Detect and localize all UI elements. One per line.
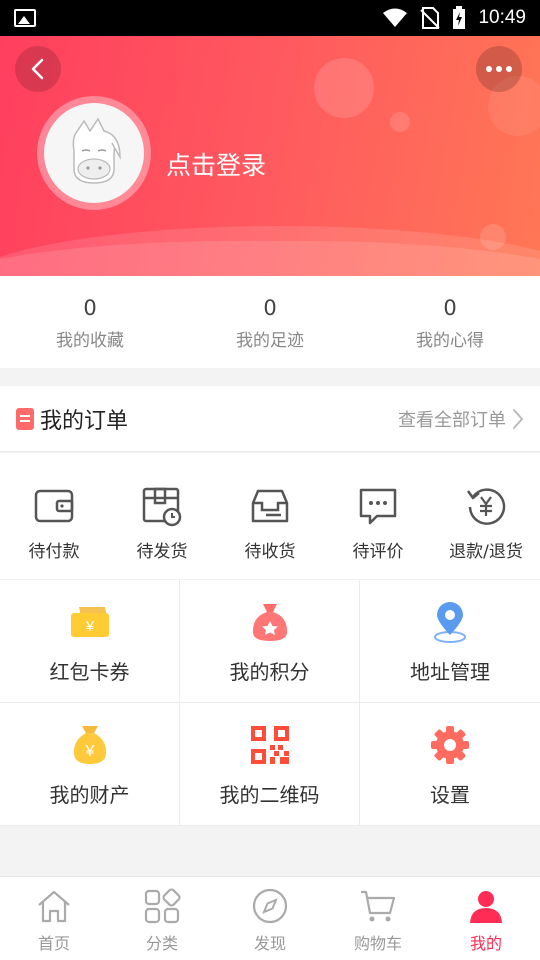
status-time: 10:49: [478, 7, 526, 28]
profile-header: 点击登录: [0, 36, 540, 276]
stat-label: 我的足迹: [236, 331, 304, 351]
back-button[interactable]: [15, 46, 61, 92]
nav-label: 分类: [145, 934, 178, 953]
battery-charging-icon: [453, 6, 466, 29]
money-bag-icon: ¥: [73, 726, 106, 764]
stats-bar: 0 我的收藏 0 我的足迹 0 我的心得: [0, 276, 540, 368]
status-bar: 10:49: [0, 0, 540, 36]
settings-gear-icon: [431, 726, 469, 764]
wallet-icon: [34, 489, 74, 523]
order-pending-review[interactable]: 待评价: [324, 453, 432, 579]
service-assets[interactable]: ¥ 我的财产: [0, 703, 179, 825]
order-item-label: 退款/退货: [449, 542, 523, 562]
dot-icon: [496, 66, 502, 72]
nav-label: 发现: [253, 934, 286, 953]
stat-label: 我的心得: [416, 331, 484, 351]
horse-avatar-icon: [72, 117, 121, 184]
order-refund[interactable]: 退款/退货: [432, 453, 540, 579]
gallery-notification-icon: [14, 9, 36, 27]
stat-value: 0: [83, 296, 97, 320]
nav-category[interactable]: 分类: [108, 877, 216, 960]
nav-home[interactable]: 首页: [0, 877, 108, 960]
nav-label: 我的: [469, 934, 502, 953]
order-item-label: 待评价: [352, 542, 404, 562]
order-item-label: 待付款: [28, 542, 80, 562]
document-icon: [16, 407, 34, 430]
login-link[interactable]: 点击登录: [166, 146, 266, 182]
chevron-right-icon: [513, 408, 524, 429]
avatar[interactable]: [37, 96, 151, 210]
order-item-label: 待发货: [136, 542, 188, 562]
user-icon: [470, 891, 502, 923]
nav-me[interactable]: 我的: [432, 877, 540, 960]
comment-icon: [359, 488, 397, 525]
service-coupons[interactable]: ¥ 红包卡券: [0, 580, 179, 702]
compass-icon: [252, 888, 288, 924]
order-pending-receipt[interactable]: 待收货: [216, 453, 324, 579]
service-points[interactable]: 我的积分: [180, 580, 359, 702]
service-qr-code[interactable]: 我的二维码: [180, 703, 359, 825]
more-options-button[interactable]: [476, 46, 522, 92]
service-label: 我的二维码: [219, 783, 320, 807]
service-label: 地址管理: [410, 660, 490, 684]
service-addresses[interactable]: 地址管理: [360, 580, 540, 702]
service-label: 我的财产: [49, 783, 130, 807]
home-icon: [38, 890, 70, 923]
bottom-nav: 首页 分类 发现 购物车 我的: [0, 876, 540, 960]
service-label: 我的积分: [229, 660, 310, 684]
no-sim-icon: [420, 7, 441, 29]
nav-label: 首页: [37, 934, 70, 953]
cart-icon: [361, 890, 396, 922]
view-all-orders-link[interactable]: 查看全部订单: [398, 406, 524, 432]
stat-reviews[interactable]: 0 我的心得: [360, 276, 540, 368]
package-clock-icon: [142, 487, 182, 527]
nav-label: 购物车: [353, 934, 402, 953]
location-pin-icon: [434, 602, 466, 643]
services-grid: ¥ 红包卡券 我的积分 地址管理 ¥ 我的财产 我的二维码 设置: [0, 580, 540, 826]
stat-value: 0: [443, 296, 457, 320]
nav-discover[interactable]: 发现: [216, 877, 324, 960]
chevron-left-icon: [31, 58, 44, 80]
wifi-icon: [383, 8, 408, 27]
decor-bubble: [314, 58, 374, 118]
stat-value: 0: [263, 296, 277, 320]
view-all-label: 查看全部订单: [398, 409, 506, 431]
orders-header: 我的订单 查看全部订单: [0, 386, 540, 452]
service-label: 红包卡券: [49, 660, 130, 684]
order-pending-shipment[interactable]: 待发货: [108, 453, 216, 579]
dot-icon: [486, 66, 492, 72]
stat-label: 我的收藏: [56, 331, 124, 351]
svg-text:¥: ¥: [84, 618, 94, 635]
stat-footprints[interactable]: 0 我的足迹: [180, 276, 360, 368]
order-status-row: 待付款 待发货 待收货 待评价 退款/退货: [0, 453, 540, 579]
qr-code-icon: [250, 726, 289, 764]
category-icon: [144, 888, 181, 924]
inbox-icon: [251, 489, 289, 523]
svg-text:¥: ¥: [84, 743, 94, 760]
service-label: 设置: [430, 783, 470, 807]
decor-bubble: [390, 112, 410, 132]
points-bag-icon: [252, 604, 287, 641]
service-settings[interactable]: 设置: [360, 703, 540, 825]
order-item-label: 待收货: [244, 542, 296, 562]
stat-favorites[interactable]: 0 我的收藏: [0, 276, 180, 368]
order-pending-payment[interactable]: 待付款: [0, 453, 108, 579]
avatar-image: [44, 103, 144, 203]
coupon-icon: ¥: [70, 607, 109, 637]
refund-icon: [466, 488, 506, 525]
dot-icon: [506, 66, 512, 72]
orders-title: 我的订单: [40, 408, 129, 434]
nav-cart[interactable]: 购物车: [324, 877, 432, 960]
